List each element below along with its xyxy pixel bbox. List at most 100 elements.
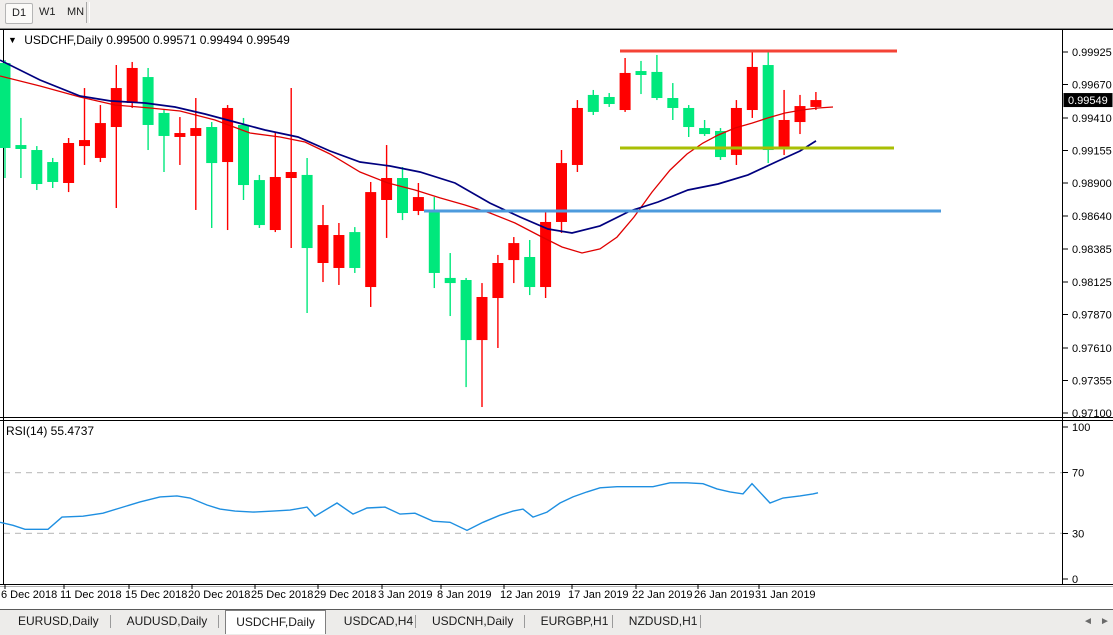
price-axis-label: 0.98900: [1072, 178, 1112, 190]
date-axis-label: 15 Dec 2018: [125, 589, 187, 601]
tab-eurgbp-h1[interactable]: EURGBP,H1: [531, 610, 619, 633]
date-axis-label: 11 Dec 2018: [60, 589, 122, 601]
date-axis[interactable]: 6 Dec 201811 Dec 201815 Dec 201820 Dec 2…: [0, 587, 1113, 607]
symbol-label: USDCHF,Daily: [24, 33, 103, 47]
date-axis-label: 22 Jan 2019: [632, 589, 693, 601]
tab-usdchf-daily[interactable]: USDCHF,Daily: [225, 610, 326, 634]
candle-body: [699, 128, 710, 134]
tab-eurusd-daily[interactable]: EURUSD,Daily: [8, 610, 109, 633]
tab-separator: [415, 615, 416, 628]
rsi-line: [0, 483, 818, 531]
candle-body: [270, 177, 281, 230]
rsi-axis-label: 70: [1072, 468, 1084, 480]
candle-body: [63, 143, 74, 183]
candle-body: [779, 120, 790, 148]
price-axis-label: 0.99410: [1072, 113, 1112, 125]
candle-body: [445, 278, 456, 283]
candle-body: [413, 197, 424, 211]
candle-body: [810, 100, 821, 107]
tab-scroll-right-icon[interactable]: ►: [1100, 616, 1110, 627]
date-axis-label: 29 Dec 2018: [314, 589, 376, 601]
candle-body: [159, 113, 170, 136]
rsi-indicator-label: RSI(14) 55.4737: [6, 424, 94, 438]
tab-audusd-daily[interactable]: AUDUSD,Daily: [117, 610, 218, 633]
candle-body: [95, 123, 106, 158]
candle-body: [143, 77, 154, 125]
rsi-axis-label: 100: [1072, 422, 1090, 434]
candle-body: [302, 175, 313, 248]
tab-usdcnh-daily[interactable]: USDCNH,Daily: [422, 610, 523, 633]
candle-body: [318, 225, 329, 263]
candle-body: [763, 65, 774, 150]
tab-separator: [110, 615, 111, 628]
candle-body: [222, 108, 233, 162]
rsi-axis-label: 0: [1072, 574, 1078, 586]
candle-body: [477, 297, 488, 340]
price-axis-label: 0.98125: [1072, 277, 1112, 289]
candle-body: [461, 280, 472, 340]
candle-body: [15, 145, 26, 149]
price-axis-label: 0.97100: [1072, 408, 1112, 420]
tab-separator: [218, 615, 219, 628]
candle-body: [31, 150, 42, 184]
price-axis-label: 0.97870: [1072, 310, 1112, 322]
price-axis-label: 0.98385: [1072, 244, 1112, 256]
candle-body: [333, 235, 344, 268]
current-price-text: 0.99549: [1068, 95, 1108, 107]
ohlc-values: 0.99500 0.99571 0.99494 0.99549: [106, 33, 290, 47]
candle-body: [747, 67, 758, 110]
candle-body: [651, 72, 662, 98]
mt4-chart-window: { "toolbar": { "buttons": [ {"label": "D…: [0, 0, 1113, 635]
tab-scroll-left-icon[interactable]: ◄: [1083, 616, 1093, 627]
chart-title: ▼ USDCHF,Daily 0.99500 0.99571 0.99494 0…: [8, 33, 290, 47]
tab-nzdusd-h1[interactable]: NZDUSD,H1: [619, 610, 708, 633]
candle-body: [365, 192, 376, 287]
date-axis-label: 8 Jan 2019: [437, 589, 491, 601]
candle-body: [190, 128, 201, 136]
price-axis-label: 0.97610: [1072, 343, 1112, 355]
candle-body: [604, 97, 615, 104]
price-axis-label: 0.98640: [1072, 211, 1112, 223]
date-axis-label: 12 Jan 2019: [500, 589, 561, 601]
candle-body: [540, 222, 551, 287]
tab-separator: [700, 615, 701, 628]
candle-body: [174, 133, 185, 137]
candle-body: [636, 71, 647, 75]
candle-body: [492, 263, 503, 298]
candle-body: [127, 68, 138, 103]
candle-body: [667, 98, 678, 108]
chart-canvas[interactable]: 0.99925 0.99670 0.99410 0.99155 0.98900 0.986…: [0, 0, 1113, 635]
candle-body: [588, 95, 599, 112]
candle-body: [397, 178, 408, 213]
price-axis-label: 0.99925: [1072, 47, 1112, 59]
candle-body: [111, 88, 122, 127]
chart-tab-bar: ◄ ► EURUSD,Daily AUDUSD,Daily USDCHF,Daily…: [0, 609, 1113, 635]
price-axis-label: 0.99670: [1072, 80, 1112, 92]
candle-body: [572, 108, 583, 165]
candle-body: [238, 125, 249, 185]
price-axis-label: 0.97355: [1072, 375, 1112, 387]
candle-body: [556, 163, 567, 222]
date-axis-label: 3 Jan 2019: [378, 589, 432, 601]
tab-usdcad-h4[interactable]: USDCAD,H4: [334, 610, 423, 633]
date-axis-label: 6 Dec 2018: [1, 589, 57, 601]
candle-body: [47, 162, 58, 182]
candle-body: [286, 172, 297, 178]
symbol-dropdown-icon[interactable]: ▼: [8, 35, 17, 45]
date-axis-label: 20 Dec 2018: [188, 589, 250, 601]
date-axis-label: 31 Jan 2019: [755, 589, 816, 601]
price-axis-label: 0.99155: [1072, 145, 1112, 157]
candle-body: [524, 257, 535, 287]
candle-body: [206, 127, 217, 163]
rsi-axis-label: 30: [1072, 528, 1084, 540]
candle-body: [254, 180, 265, 225]
date-axis-label: 26 Jan 2019: [694, 589, 755, 601]
candle-body: [349, 232, 360, 268]
date-axis-label: 17 Jan 2019: [568, 589, 629, 601]
date-axis-label: 25 Dec 2018: [251, 589, 313, 601]
candle-body: [683, 108, 694, 127]
tab-separator: [612, 615, 613, 628]
candle-body: [429, 212, 440, 273]
tab-separator: [524, 615, 525, 628]
candle-body: [79, 140, 90, 146]
